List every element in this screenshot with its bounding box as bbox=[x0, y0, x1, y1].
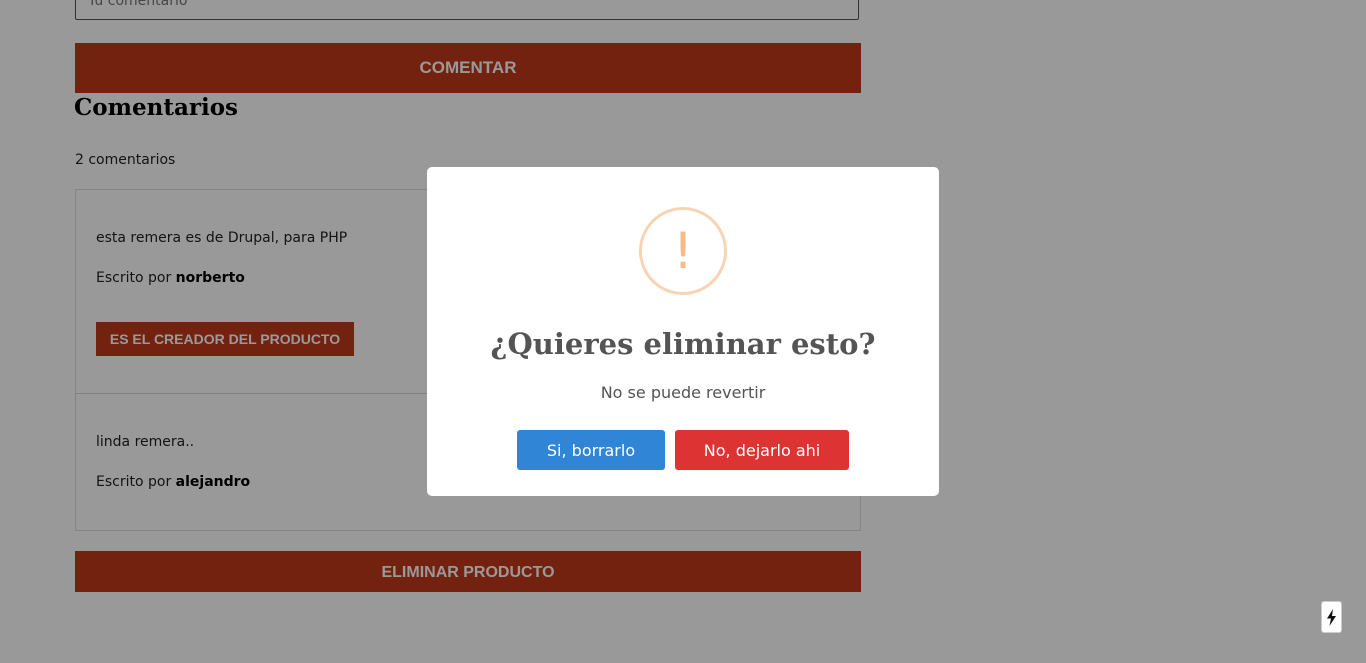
lightning-widget-button[interactable] bbox=[1322, 602, 1341, 632]
confirm-delete-button[interactable]: Si, borrarlo bbox=[517, 430, 665, 470]
lightning-icon bbox=[1327, 608, 1336, 626]
dialog-text: No se puede revertir bbox=[600, 383, 766, 402]
dialog-title: ¿Quieres eliminar esto? bbox=[490, 327, 876, 361]
cancel-delete-button[interactable]: No, dejarlo ahi bbox=[675, 430, 849, 470]
exclamation-mark: ! bbox=[672, 222, 694, 280]
confirm-delete-dialog: ! ¿Quieres eliminar esto? No se puede re… bbox=[427, 167, 939, 496]
warning-icon: ! bbox=[639, 207, 727, 295]
